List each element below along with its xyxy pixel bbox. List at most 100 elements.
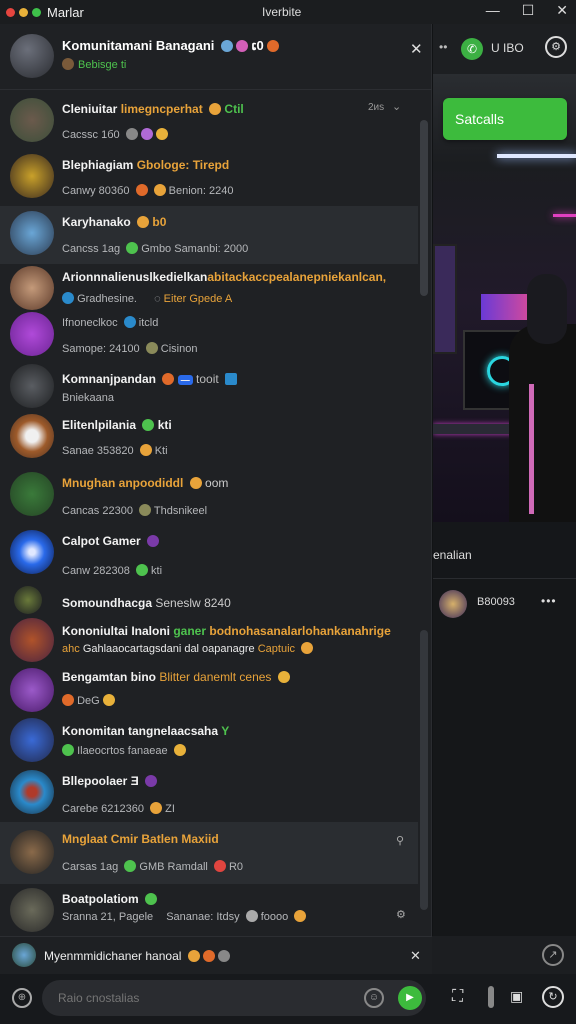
monitor	[433, 244, 457, 354]
chat-sidebar: Komunitamani Banagani ເ0 Bebisge ti ✕ Cl…	[0, 24, 432, 936]
settings-icon[interactable]: ⚙	[545, 36, 567, 58]
avatar	[439, 590, 467, 618]
more-icon[interactable]: ••	[439, 40, 447, 54]
chat-header-avatar[interactable]	[10, 34, 54, 78]
chat-name: Mnughan anpoodiddl oom	[62, 476, 229, 490]
avatar	[10, 830, 54, 874]
app-title: Marlar	[47, 4, 84, 20]
message-input[interactable]	[56, 988, 356, 1008]
list-item[interactable]: Mnughan anpoodiddl oom Cancas 22300 Thds…	[0, 468, 418, 522]
screen-share-icon[interactable]: ⛶	[452, 988, 463, 1006]
chat-name: Boatpolatiom	[62, 892, 158, 906]
chair-stripe	[529, 384, 534, 514]
maximize-button[interactable]: ☐	[522, 2, 535, 19]
more-icon[interactable]: •••	[541, 594, 557, 608]
emoji-icon	[142, 419, 155, 431]
list-item[interactable]: Komnanjpandan — tooit Bniekaana	[0, 362, 418, 412]
chat-preview: Ilaeocrtos fanaeae	[62, 744, 186, 757]
emoji-icon	[155, 128, 168, 140]
monitor	[481, 294, 531, 320]
emoji-icon	[189, 477, 202, 489]
avatar	[10, 618, 54, 662]
close-notification-button[interactable]: ✕	[410, 948, 421, 964]
chat-preview: Ifnoneclkoc itcld	[62, 316, 159, 329]
emoji-icon	[277, 671, 290, 683]
chat-preview: Carebe 6212360 ZI	[62, 802, 175, 815]
notification-bar: Myenmmidichaner hanoal ✕	[0, 936, 432, 974]
avatar	[14, 586, 42, 614]
list-item[interactable]: Boatpolatiom Sranna 21, Pagele Sananae: …	[0, 886, 418, 936]
emoji-icon	[162, 373, 175, 385]
history-icon[interactable]: ↻	[542, 986, 564, 1008]
traffic-lights	[6, 7, 41, 17]
close-window-button[interactable]: ✕	[556, 2, 568, 19]
chat-time: 2иs	[368, 102, 385, 113]
list-item[interactable]: Bllepoolaer Ǝ Carebe 6212360 ZI	[0, 766, 418, 820]
pin-icon[interactable]: ⚲	[396, 834, 404, 847]
list-item[interactable]: Somoundhacga Seneslw 8240	[0, 582, 418, 618]
avatar	[10, 530, 54, 574]
close-chat-button[interactable]: ✕	[410, 40, 423, 58]
avatar	[10, 888, 54, 932]
close-dot[interactable]	[6, 7, 15, 17]
list-item[interactable]: Ifnoneclkoc itcld Samope: 24100 Cisinon	[0, 312, 418, 362]
list-item[interactable]: Elitenlpilania kti Sanae 353820 Kti	[0, 412, 418, 468]
chat-name: Bllepoolaer Ǝ	[62, 774, 158, 788]
send-icon[interactable]: ▶	[398, 986, 422, 1010]
chevron-down-icon[interactable]: ⌄	[392, 100, 401, 113]
calls-button[interactable]: Satcalls	[443, 98, 567, 140]
compass-icon[interactable]: ↗	[542, 944, 564, 966]
gaming-room-image	[433, 74, 576, 522]
chat-name: Karyhanako b0	[62, 215, 167, 229]
emoji-icon	[62, 292, 74, 304]
chat-name: Kononiultai Inaloni ganer bodnohasanalar…	[62, 624, 391, 638]
mic-icon[interactable]	[488, 986, 494, 1008]
emoji-icon	[123, 316, 136, 328]
emoji-icon	[145, 775, 158, 787]
avatar	[10, 312, 54, 356]
emoji-picker-icon[interactable]: ☺	[364, 988, 384, 1008]
list-item[interactable]: Kononiultai Inaloni ganer bodnohasanalar…	[0, 618, 418, 664]
emoji-icon	[294, 910, 307, 922]
list-item[interactable]: Konomitan tangnelaacsaha Y Ilaeocrtos fa…	[0, 716, 418, 766]
list-item[interactable]: Calpot Gamer Canw 282308 kti	[0, 522, 418, 582]
chat-header: Komunitamani Banagani ເ0 Bebisge ti ✕	[0, 24, 432, 90]
avatar	[10, 98, 54, 142]
minimize-button[interactable]: —	[486, 2, 500, 19]
chat-preview: Sanae 353820 Kti	[62, 444, 168, 457]
list-item[interactable]: Karyhanako b0 Cancss 1ag Gmbo Samanbi: 2…	[0, 206, 418, 264]
chat-preview: Bniekaana	[62, 392, 114, 404]
video-icon[interactable]: ▣	[510, 988, 523, 1005]
title-bar: Marlar Iverbite — ☐ ✕	[0, 0, 576, 24]
user-name: B80093	[477, 596, 515, 608]
list-item[interactable]: Arionnnalienuslkedielkanabitackaccpealan…	[0, 264, 418, 312]
settings-icon[interactable]: ⚙	[396, 908, 406, 921]
window-center-title: Iverbite	[262, 5, 302, 19]
emoji-icon	[145, 342, 158, 354]
emoji-icon	[125, 128, 138, 140]
section-label: enalian	[433, 548, 472, 562]
emoji-icon	[187, 950, 200, 962]
scrollbar-track[interactable]	[420, 630, 428, 910]
minimize-dot[interactable]	[19, 7, 28, 17]
chat-name: Mnglaat Cmir Batlen Maxiid	[62, 832, 219, 846]
chat-name: Bengamtan bino Blitter danemlt cenes	[62, 670, 290, 684]
gaming-chair	[509, 324, 576, 522]
user-row[interactable]: B80093 •••	[433, 584, 576, 630]
avatar	[10, 211, 54, 255]
list-item[interactable]: Blephiagiam Gbologe: Tirepd Canwy 803б0 …	[0, 150, 418, 206]
attach-icon[interactable]: ⊕	[12, 988, 32, 1008]
maximize-dot[interactable]	[32, 7, 41, 17]
list-item[interactable]: Mnglaat Cmir Batlen Maxiid ⚲ Carsas 1ag …	[0, 822, 418, 884]
scrollbar-thumb[interactable]	[420, 120, 428, 296]
emoji-icon	[150, 802, 163, 814]
emoji-icon	[102, 694, 115, 706]
chat-name: Cleniuitar limegncperhat Ctil	[62, 102, 244, 116]
emoji-icon	[62, 694, 74, 706]
emoji-icon	[202, 950, 215, 962]
emoji-icon	[213, 860, 226, 872]
list-item[interactable]: Cleniuitar limegncperhat Ctil 2иs ⌄ Cacs…	[0, 94, 418, 150]
chat-preview: Cacssc 1б0	[62, 128, 168, 141]
list-item[interactable]: Bengamtan bino Blitter danemlt cenes DeG	[0, 664, 418, 716]
call-icon[interactable]: ✆	[461, 38, 483, 60]
